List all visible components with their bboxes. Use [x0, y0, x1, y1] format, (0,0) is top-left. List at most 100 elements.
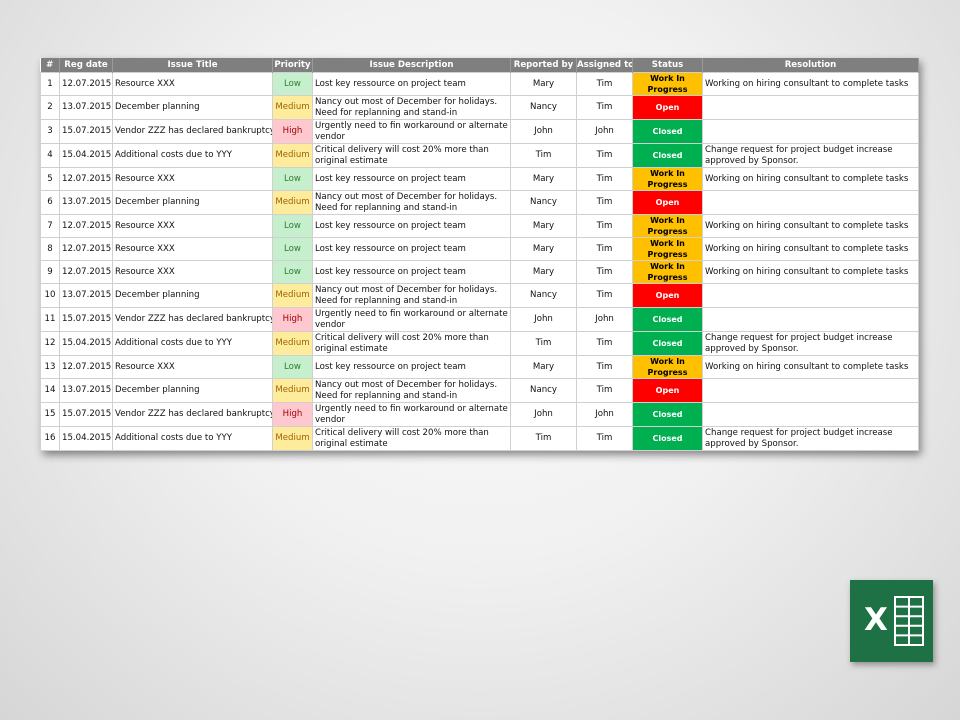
issue-title-cell[interactable]: Additional costs due to YYY: [112, 426, 273, 451]
issue-description-cell[interactable]: Lost key ressource on project team: [312, 260, 511, 284]
issue-description-cell[interactable]: Nancy out most of December for holidays.…: [312, 190, 511, 215]
column-header[interactable]: Reported by: [510, 58, 577, 73]
reg-date-cell[interactable]: 12.07.2015: [59, 214, 113, 238]
reg-date-cell[interactable]: 12.07.2015: [59, 355, 113, 379]
reported-by-cell[interactable]: Nancy: [510, 283, 577, 308]
issue-description-cell[interactable]: Lost key ressource on project team: [312, 355, 511, 379]
reported-by-cell[interactable]: John: [510, 119, 577, 144]
reg-date-cell[interactable]: 13.07.2015: [59, 95, 113, 120]
status-cell[interactable]: Work In Progress: [632, 237, 703, 261]
reg-date-cell[interactable]: 15.07.2015: [59, 307, 113, 332]
row-number-cell[interactable]: 7: [40, 214, 60, 238]
priority-cell[interactable]: Medium: [272, 283, 313, 308]
resolution-cell[interactable]: [702, 95, 919, 120]
reg-date-cell[interactable]: 15.07.2015: [59, 119, 113, 144]
resolution-cell[interactable]: Change request for project budget increa…: [702, 331, 919, 356]
resolution-cell[interactable]: Working on hiring consultant to complete…: [702, 260, 919, 284]
priority-cell[interactable]: Medium: [272, 331, 313, 356]
reported-by-cell[interactable]: Mary: [510, 355, 577, 379]
priority-cell[interactable]: Low: [272, 237, 313, 261]
resolution-cell[interactable]: [702, 307, 919, 332]
reported-by-cell[interactable]: John: [510, 307, 577, 332]
resolution-cell[interactable]: Working on hiring consultant to complete…: [702, 167, 919, 191]
reg-date-cell[interactable]: 12.07.2015: [59, 260, 113, 284]
status-cell[interactable]: Open: [632, 283, 703, 308]
issue-title-cell[interactable]: Resource XXX: [112, 260, 273, 284]
resolution-cell[interactable]: Working on hiring consultant to complete…: [702, 72, 919, 96]
reported-by-cell[interactable]: Mary: [510, 260, 577, 284]
column-header[interactable]: Priority: [272, 58, 313, 73]
resolution-cell[interactable]: [702, 283, 919, 308]
reg-date-cell[interactable]: 15.04.2015: [59, 143, 113, 168]
status-cell[interactable]: Open: [632, 190, 703, 215]
reported-by-cell[interactable]: Tim: [510, 426, 577, 451]
priority-cell[interactable]: Low: [272, 72, 313, 96]
reported-by-cell[interactable]: Tim: [510, 331, 577, 356]
issue-description-cell[interactable]: Nancy out most of December for holidays.…: [312, 95, 511, 120]
status-cell[interactable]: Closed: [632, 307, 703, 332]
assigned-to-cell[interactable]: Tim: [576, 72, 633, 96]
priority-cell[interactable]: Low: [272, 260, 313, 284]
assigned-to-cell[interactable]: Tim: [576, 143, 633, 168]
resolution-cell[interactable]: Working on hiring consultant to complete…: [702, 355, 919, 379]
row-number-cell[interactable]: 10: [40, 283, 60, 308]
assigned-to-cell[interactable]: Tim: [576, 283, 633, 308]
reg-date-cell[interactable]: 13.07.2015: [59, 378, 113, 403]
priority-cell[interactable]: Medium: [272, 190, 313, 215]
assigned-to-cell[interactable]: Tim: [576, 190, 633, 215]
priority-cell[interactable]: Low: [272, 167, 313, 191]
issue-description-cell[interactable]: Critical delivery will cost 20% more tha…: [312, 426, 511, 451]
reported-by-cell[interactable]: Nancy: [510, 95, 577, 120]
row-number-cell[interactable]: 3: [40, 119, 60, 144]
issue-title-cell[interactable]: December planning: [112, 378, 273, 403]
issue-description-cell[interactable]: Nancy out most of December for holidays.…: [312, 378, 511, 403]
status-cell[interactable]: Closed: [632, 426, 703, 451]
column-header[interactable]: #: [40, 58, 60, 73]
reg-date-cell[interactable]: 15.07.2015: [59, 402, 113, 427]
row-number-cell[interactable]: 11: [40, 307, 60, 332]
row-number-cell[interactable]: 15: [40, 402, 60, 427]
issue-title-cell[interactable]: December planning: [112, 95, 273, 120]
issue-description-cell[interactable]: Lost key ressource on project team: [312, 214, 511, 238]
issue-title-cell[interactable]: December planning: [112, 190, 273, 215]
issue-title-cell[interactable]: Resource XXX: [112, 167, 273, 191]
priority-cell[interactable]: Medium: [272, 378, 313, 403]
status-cell[interactable]: Work In Progress: [632, 167, 703, 191]
issue-title-cell[interactable]: Vendor ZZZ has declared bankruptcy: [112, 307, 273, 332]
issue-title-cell[interactable]: Vendor ZZZ has declared bankruptcy: [112, 119, 273, 144]
assigned-to-cell[interactable]: John: [576, 119, 633, 144]
reported-by-cell[interactable]: Mary: [510, 214, 577, 238]
row-number-cell[interactable]: 9: [40, 260, 60, 284]
status-cell[interactable]: Open: [632, 378, 703, 403]
assigned-to-cell[interactable]: Tim: [576, 426, 633, 451]
reg-date-cell[interactable]: 12.07.2015: [59, 167, 113, 191]
reg-date-cell[interactable]: 13.07.2015: [59, 283, 113, 308]
status-cell[interactable]: Closed: [632, 331, 703, 356]
assigned-to-cell[interactable]: John: [576, 402, 633, 427]
resolution-cell[interactable]: Working on hiring consultant to complete…: [702, 214, 919, 238]
priority-cell[interactable]: Medium: [272, 143, 313, 168]
row-number-cell[interactable]: 1: [40, 72, 60, 96]
reported-by-cell[interactable]: Nancy: [510, 378, 577, 403]
issue-description-cell[interactable]: Nancy out most of December for holidays.…: [312, 283, 511, 308]
reg-date-cell[interactable]: 12.07.2015: [59, 237, 113, 261]
issue-title-cell[interactable]: Additional costs due to YYY: [112, 143, 273, 168]
assigned-to-cell[interactable]: John: [576, 307, 633, 332]
assigned-to-cell[interactable]: Tim: [576, 378, 633, 403]
reported-by-cell[interactable]: Mary: [510, 72, 577, 96]
status-cell[interactable]: Work In Progress: [632, 72, 703, 96]
reported-by-cell[interactable]: Mary: [510, 237, 577, 261]
row-number-cell[interactable]: 14: [40, 378, 60, 403]
resolution-cell[interactable]: [702, 402, 919, 427]
reg-date-cell[interactable]: 15.04.2015: [59, 331, 113, 356]
issue-title-cell[interactable]: Resource XXX: [112, 214, 273, 238]
resolution-cell[interactable]: [702, 378, 919, 403]
resolution-cell[interactable]: [702, 190, 919, 215]
priority-cell[interactable]: Medium: [272, 95, 313, 120]
column-header[interactable]: Assigned to: [576, 58, 633, 73]
resolution-cell[interactable]: Change request for project budget increa…: [702, 143, 919, 168]
status-cell[interactable]: Open: [632, 95, 703, 120]
status-cell[interactable]: Closed: [632, 402, 703, 427]
reported-by-cell[interactable]: Nancy: [510, 190, 577, 215]
status-cell[interactable]: Closed: [632, 119, 703, 144]
